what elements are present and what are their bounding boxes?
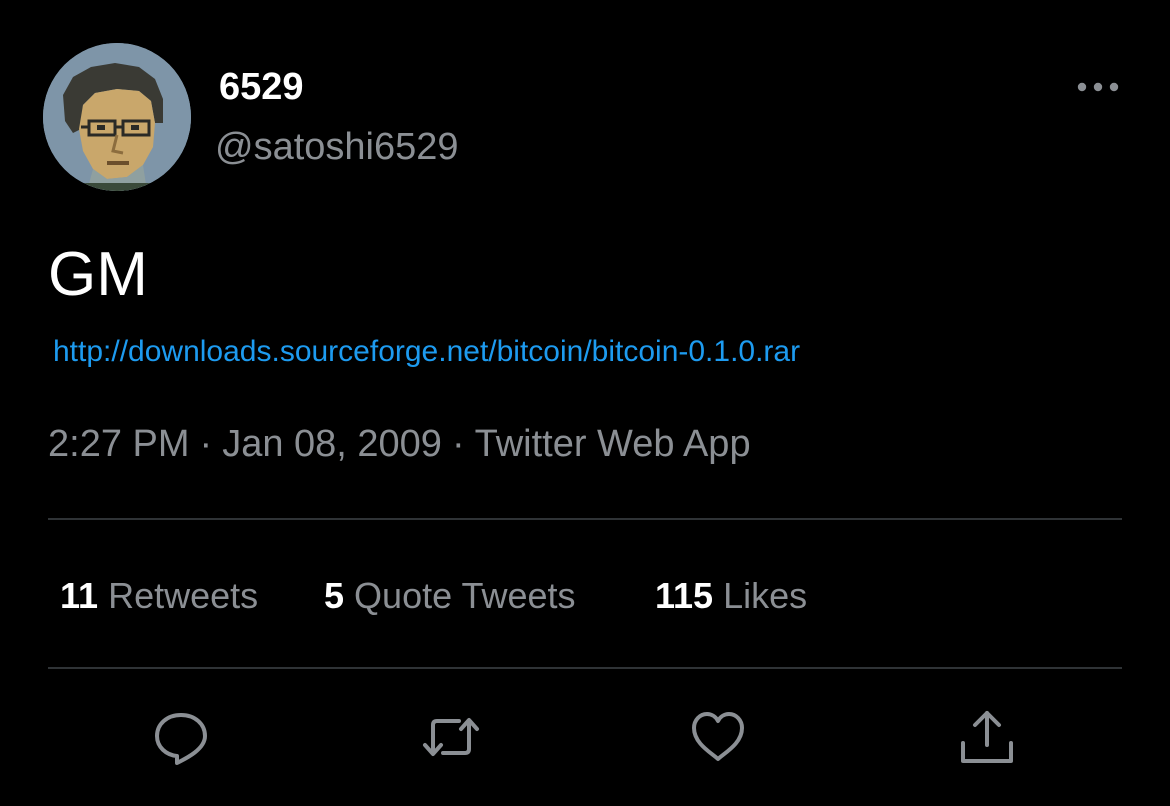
meta-separator: · bbox=[451, 423, 465, 465]
retweets-label: Retweets bbox=[108, 575, 259, 616]
quote-tweets-label: Quote Tweets bbox=[354, 575, 576, 616]
retweet-button[interactable] bbox=[419, 705, 483, 769]
quote-tweets-count: 5 bbox=[324, 575, 345, 616]
likes-count: 115 bbox=[655, 575, 714, 616]
retweets-count: 11 bbox=[60, 575, 99, 616]
reply-button[interactable] bbox=[149, 705, 213, 769]
tweet-date[interactable]: Jan 08, 2009 bbox=[222, 423, 442, 465]
user-handle[interactable]: @satoshi6529 bbox=[215, 124, 459, 170]
likes-stat[interactable]: 115 Likes bbox=[655, 572, 807, 620]
more-options-icon[interactable] bbox=[1074, 72, 1122, 102]
heart-icon bbox=[692, 712, 744, 761]
retweets-stat[interactable]: 11 Retweets bbox=[60, 572, 258, 620]
reply-icon bbox=[155, 713, 207, 765]
tweet-source[interactable]: Twitter Web App bbox=[475, 423, 751, 465]
share-button[interactable] bbox=[955, 705, 1019, 769]
like-button[interactable] bbox=[686, 705, 750, 769]
display-name[interactable]: 6529 bbox=[219, 64, 304, 110]
tweet-text: GM bbox=[48, 240, 148, 309]
divider bbox=[48, 518, 1122, 520]
meta-separator: · bbox=[199, 423, 213, 465]
likes-label: Likes bbox=[723, 575, 808, 616]
avatar-portrait-image bbox=[43, 43, 191, 191]
tweet-time[interactable]: 2:27 PM bbox=[48, 423, 190, 465]
divider bbox=[48, 667, 1122, 669]
tweet-detail: 6529 @satoshi6529 GM http://downloads.so… bbox=[0, 0, 1170, 806]
retweet-icon bbox=[423, 718, 479, 756]
tweet-link[interactable]: http://downloads.sourceforge.net/bitcoin… bbox=[53, 332, 800, 372]
share-icon bbox=[961, 711, 1013, 763]
quote-tweets-stat[interactable]: 5 Quote Tweets bbox=[324, 572, 576, 620]
tweet-metadata: 2:27 PM · Jan 08, 2009 · Twitter Web App bbox=[48, 420, 751, 468]
avatar[interactable] bbox=[43, 43, 191, 191]
